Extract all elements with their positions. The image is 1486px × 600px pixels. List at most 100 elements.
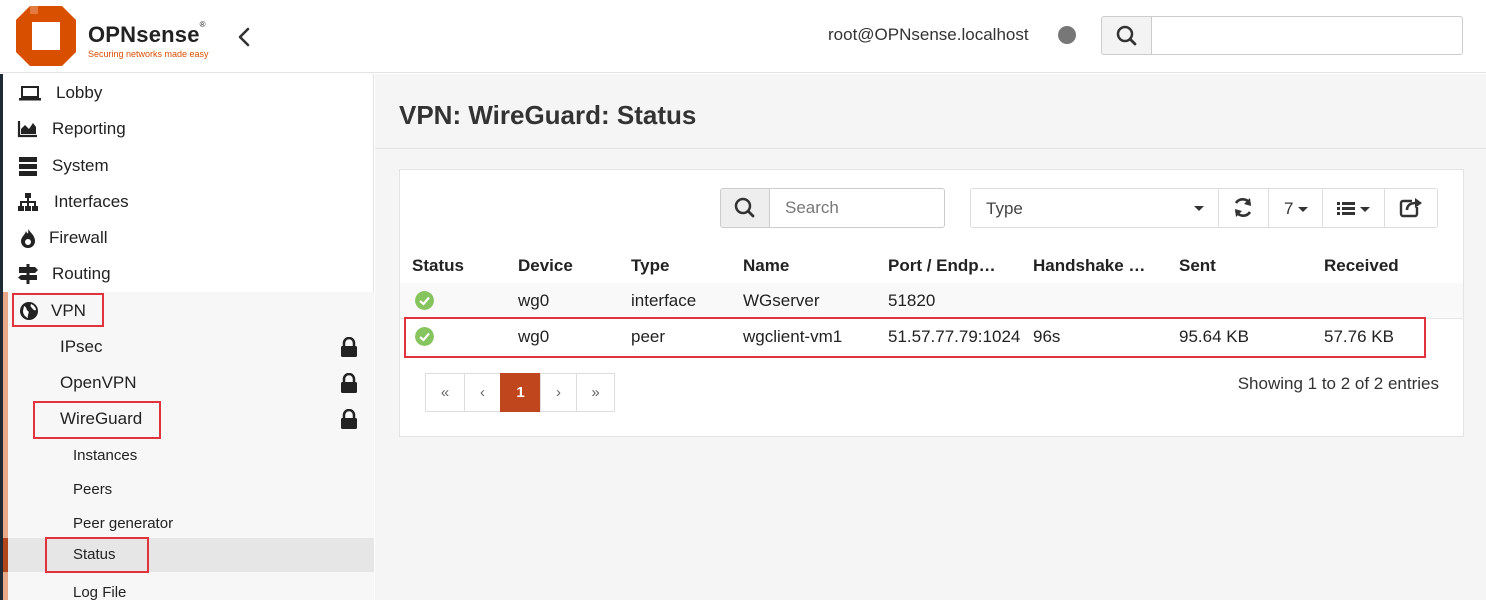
sidebar-item-label: VPN <box>51 301 86 320</box>
status-indicator-icon[interactable] <box>1058 26 1076 44</box>
collapse-sidebar-icon[interactable] <box>234 24 254 50</box>
column-header-sent[interactable]: Sent <box>1179 256 1216 276</box>
active-item-stripe <box>3 538 8 572</box>
divider <box>375 148 1486 149</box>
sitemap-icon <box>18 193 38 211</box>
columns-dropdown[interactable] <box>1322 188 1385 228</box>
top-header: OPNsense® Securing networks made easy ro… <box>0 0 1486 73</box>
prev-page-button[interactable]: ‹ <box>464 373 501 412</box>
column-header-device[interactable]: Device <box>518 256 573 276</box>
search-icon <box>1116 25 1137 46</box>
refresh-icon <box>1234 198 1252 217</box>
refresh-button[interactable] <box>1218 188 1269 228</box>
sidebar-item-label: Status <box>73 546 116 563</box>
sidebar-item-label: WireGuard <box>60 409 143 428</box>
sidebar-item-peer-generator[interactable]: Peer generator <box>3 507 374 541</box>
sidebar-item-label: OpenVPN <box>60 373 137 392</box>
sidebar-item-label: IPsec <box>60 337 103 356</box>
check-circle-icon <box>415 291 434 310</box>
column-header-type[interactable]: Type <box>631 256 669 276</box>
table-row[interactable]: wg0 peer wgclient-vm1 51.57.77.79:1024 9… <box>400 319 1463 355</box>
cell-sent: 95.64 KB <box>1179 327 1249 346</box>
sidebar: Lobby Reporting System Interfaces Firewa… <box>0 74 374 600</box>
export-button[interactable] <box>1384 188 1438 228</box>
table-search-button[interactable] <box>720 188 770 228</box>
type-filter-select[interactable]: Type <box>970 188 1219 228</box>
fire-icon <box>21 229 35 248</box>
sidebar-item-interfaces[interactable]: Interfaces <box>3 184 374 220</box>
area-chart-icon <box>17 121 37 138</box>
global-search-button[interactable] <box>1101 16 1152 55</box>
column-header-endpoint[interactable]: Port / Endp… <box>888 256 996 276</box>
type-filter-label: Type <box>986 199 1023 218</box>
laptop-icon <box>19 86 41 101</box>
sidebar-item-system[interactable]: System <box>3 148 374 184</box>
lock-icon <box>341 409 357 429</box>
sidebar-item-routing[interactable]: Routing <box>3 256 374 292</box>
sidebar-item-label: Interfaces <box>54 192 129 211</box>
page-1-button[interactable]: 1 <box>500 373 541 412</box>
sidebar-item-peers[interactable]: Peers <box>3 473 374 507</box>
sidebar-item-label: Routing <box>52 264 111 283</box>
sidebar-item-label: Reporting <box>52 119 126 138</box>
opnsense-logo[interactable] <box>16 6 76 66</box>
page-size-value: 7 <box>1284 199 1294 218</box>
column-header-received[interactable]: Received <box>1324 256 1399 276</box>
sidebar-item-status[interactable]: Status <box>3 538 374 572</box>
sidebar-item-label: Lobby <box>56 83 103 102</box>
first-page-button[interactable]: « <box>425 373 465 412</box>
sidebar-item-wireguard[interactable]: WireGuard <box>3 401 374 437</box>
share-square-icon <box>1399 198 1422 218</box>
cell-endpoint: 51820 <box>888 291 936 310</box>
cell-received: 57.76 KB <box>1324 327 1394 346</box>
cell-name: WGserver <box>743 291 820 310</box>
entries-summary: Showing 1 to 2 of 2 entries <box>1237 374 1439 393</box>
server-icon <box>19 157 37 176</box>
globe-icon <box>20 302 38 320</box>
search-icon <box>734 197 755 218</box>
caret-down-icon <box>1194 206 1204 211</box>
cell-device: wg0 <box>518 327 550 346</box>
column-header-status[interactable]: Status <box>412 256 464 276</box>
sidebar-item-label: Peer generator <box>73 515 174 532</box>
cell-handshake: 96s <box>1033 327 1061 346</box>
global-search-input[interactable] <box>1151 16 1463 55</box>
sidebar-item-ipsec[interactable]: IPsec <box>3 329 374 365</box>
column-header-handshake[interactable]: Handshake … <box>1033 256 1145 276</box>
sidebar-item-instances[interactable]: Instances <box>3 439 374 473</box>
cell-device: wg0 <box>518 291 550 310</box>
signpost-icon <box>18 264 38 284</box>
caret-down-icon <box>1298 207 1308 212</box>
check-circle-icon <box>415 327 434 346</box>
cell-type: interface <box>631 291 697 310</box>
main-content: VPN: WireGuard: Status Type 7 <box>375 74 1486 600</box>
sidebar-item-log-file[interactable]: Log File <box>3 576 374 600</box>
table-search-input[interactable] <box>769 188 945 228</box>
sidebar-item-lobby[interactable]: Lobby <box>3 75 374 111</box>
sidebar-item-label: Instances <box>73 447 138 464</box>
sidebar-item-vpn[interactable]: VPN <box>3 293 374 329</box>
next-page-button[interactable]: › <box>540 373 577 412</box>
page-title: VPN: WireGuard: Status <box>399 100 697 130</box>
cell-type: peer <box>631 327 666 346</box>
caret-down-icon <box>1360 207 1370 212</box>
brand-name: OPNsense® <box>88 20 206 47</box>
cell-name: wgclient-vm1 <box>743 327 843 346</box>
status-panel: Type 7 <box>399 169 1464 437</box>
cell-endpoint: 51.57.77.79:1024 <box>888 327 1021 346</box>
sidebar-item-label: System <box>52 156 109 175</box>
last-page-button[interactable]: » <box>576 373 615 412</box>
sidebar-item-label: Peers <box>73 481 113 498</box>
brand-tagline: Securing networks made easy <box>88 49 209 59</box>
page-size-dropdown[interactable]: 7 <box>1268 188 1323 228</box>
table-row[interactable]: wg0 interface WGserver 51820 <box>400 283 1463 319</box>
sidebar-item-reporting[interactable]: Reporting <box>3 111 374 147</box>
lock-icon <box>341 337 357 357</box>
sidebar-item-label: Firewall <box>49 228 108 247</box>
sidebar-item-label: Log File <box>73 584 127 600</box>
lock-icon <box>341 373 357 393</box>
column-header-name[interactable]: Name <box>743 256 789 276</box>
sidebar-item-openvpn[interactable]: OpenVPN <box>3 365 374 401</box>
sidebar-item-firewall[interactable]: Firewall <box>3 220 374 256</box>
user-label[interactable]: root@OPNsense.localhost <box>828 25 1029 45</box>
